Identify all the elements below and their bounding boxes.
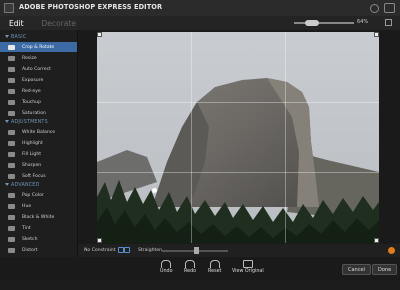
crop-grid-line	[97, 172, 379, 173]
photo-crop-region[interactable]	[97, 32, 379, 243]
sketch-icon	[8, 236, 15, 242]
pop-color-icon	[8, 192, 15, 198]
crop-center-marker[interactable]	[152, 188, 157, 193]
auto-correct-icon	[8, 66, 15, 72]
sidebar-item-red-eye[interactable]: Red-eye	[0, 86, 77, 96]
sidebar-item-saturation[interactable]: Saturation	[0, 108, 77, 118]
zoom-slider-track[interactable]	[294, 22, 354, 24]
sidebar-item-soft-focus[interactable]: Soft Focus	[0, 171, 77, 181]
zoom-bar: 64%	[78, 16, 400, 30]
title-bar-icons	[370, 3, 395, 13]
straighten-label: Straighten	[138, 248, 163, 253]
rotate-right-icon[interactable]	[124, 247, 130, 253]
sidebar-item-fill-light[interactable]: Fill Light	[0, 149, 77, 159]
soft-focus-icon	[8, 173, 15, 179]
sharpen-icon	[8, 162, 15, 168]
fill-light-icon	[8, 151, 15, 157]
resize-icon	[8, 55, 15, 61]
sidebar-item-resize[interactable]: Resize	[0, 53, 77, 63]
sidebar-item-sharpen[interactable]: Sharpen	[0, 160, 77, 170]
sidebar-item-tint[interactable]: Tint	[0, 223, 77, 233]
sidebar-item-distort[interactable]: Distort	[0, 245, 77, 255]
crop-handle-top-right[interactable]	[374, 32, 379, 37]
title-bar: ADOBE PHOTOSHOP EXPRESS EDITOR	[0, 0, 400, 16]
zoom-value: 64%	[357, 19, 369, 25]
highlight-icon	[8, 140, 15, 146]
redo-button[interactable]: Redo	[184, 260, 196, 274]
section-adjustments[interactable]: ADJUSTMENTS	[5, 120, 48, 125]
collapse-triangle-icon	[5, 183, 9, 186]
fullscreen-icon[interactable]	[384, 3, 395, 13]
sidebar-item-white-balance[interactable]: White Balance	[0, 127, 77, 137]
crop-handle-bottom-right[interactable]	[374, 238, 379, 243]
distort-icon	[8, 247, 15, 253]
landscape-photo	[97, 32, 379, 243]
sidebar-item-highlight[interactable]: Highlight	[0, 138, 77, 148]
redo-icon	[185, 260, 196, 268]
sidebar-item-pop-color[interactable]: Pop Color	[0, 190, 77, 200]
black-white-icon	[8, 214, 15, 220]
fit-to-screen-icon[interactable]	[385, 19, 392, 26]
action-bar: Undo Redo Reset View Original Cancel Don…	[0, 257, 400, 280]
reset-button[interactable]: Reset	[208, 260, 221, 274]
red-eye-icon	[8, 88, 15, 94]
zoom-slider-handle[interactable]	[305, 20, 319, 26]
app-title: ADOBE PHOTOSHOP EXPRESS EDITOR	[19, 3, 163, 11]
reset-icon	[209, 260, 220, 268]
straighten-slider-handle[interactable]	[194, 247, 199, 254]
canvas-area	[78, 30, 400, 244]
mode-tabs: Edit Decorate	[0, 16, 78, 30]
view-original-icon	[242, 260, 253, 268]
section-advanced[interactable]: ADVANCED	[5, 183, 39, 188]
crop-options-bar: No Constraint Straighten	[78, 244, 400, 257]
crop-handle-top-left[interactable]	[97, 32, 102, 37]
sidebar-item-exposure[interactable]: Exposure	[0, 75, 77, 85]
view-original-button[interactable]: View Original	[232, 260, 264, 274]
app-logo-icon	[4, 3, 14, 13]
crop-handle-bottom-left[interactable]	[97, 238, 102, 243]
gear-icon[interactable]	[370, 4, 379, 13]
sidebar-item-touchup[interactable]: Touchup	[0, 97, 77, 107]
done-button[interactable]: Done	[372, 264, 398, 275]
collapse-triangle-icon	[5, 120, 9, 123]
help-icon[interactable]	[388, 247, 395, 254]
tint-icon	[8, 225, 15, 231]
sidebar-item-hue[interactable]: Hue	[0, 201, 77, 211]
sidebar-item-auto-correct[interactable]: Auto Correct	[0, 64, 77, 74]
undo-icon	[161, 260, 172, 268]
undo-button[interactable]: Undo	[160, 260, 173, 274]
collapse-triangle-icon	[5, 35, 9, 38]
exposure-icon	[8, 77, 15, 83]
section-basic[interactable]: BASIC	[5, 35, 26, 40]
crop-grid-line	[191, 32, 192, 243]
touchup-icon	[8, 99, 15, 105]
saturation-icon	[8, 110, 15, 116]
tab-edit[interactable]: Edit	[0, 19, 24, 28]
hue-icon	[8, 203, 15, 209]
constraint-dropdown[interactable]: No Constraint	[84, 248, 116, 253]
crop-icon	[8, 44, 15, 50]
crop-grid-line	[285, 32, 286, 243]
tab-decorate[interactable]: Decorate	[24, 19, 76, 28]
cancel-button[interactable]: Cancel	[342, 264, 371, 275]
crop-grid-line	[97, 102, 379, 103]
sidebar-item-sketch[interactable]: Sketch	[0, 234, 77, 244]
white-balance-icon	[8, 129, 15, 135]
sidebar-item-black-white[interactable]: Black & White	[0, 212, 77, 222]
sidebar: BASIC Crop & Rotate Resize Auto Correct …	[0, 30, 78, 257]
sidebar-item-crop-rotate[interactable]: Crop & Rotate	[0, 42, 77, 52]
